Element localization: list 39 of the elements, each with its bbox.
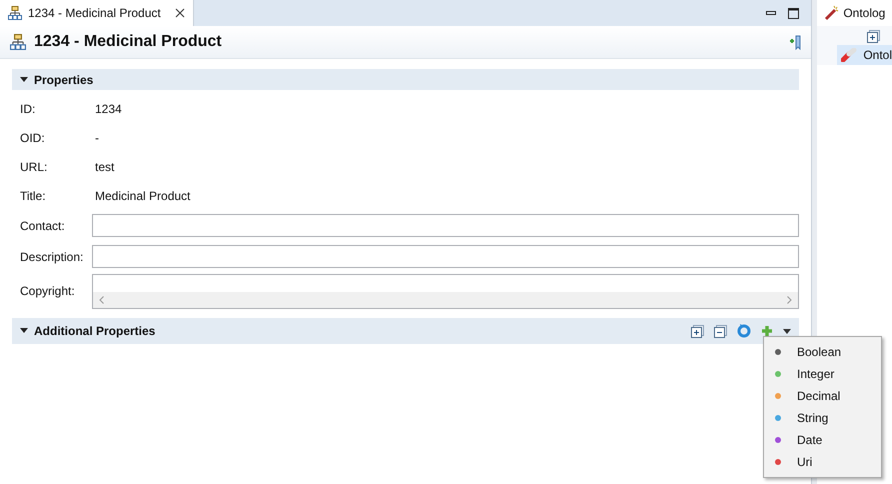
menu-item[interactable]: Decimal	[764, 385, 881, 407]
menu-item[interactable]: String	[764, 407, 881, 429]
capsule-icon	[841, 48, 858, 62]
refresh-icon[interactable]	[737, 324, 752, 338]
menu-item[interactable]: Boolean	[764, 341, 881, 363]
add-bookmark-icon[interactable]	[787, 34, 802, 50]
editor-tab[interactable]: 1234 - Medicinal Product	[0, 0, 194, 26]
tree-item[interactable]: Ontol	[837, 45, 892, 65]
hierarchy-icon	[8, 6, 22, 20]
expand-triangle-icon[interactable]	[20, 76, 28, 82]
collapse-all-icon[interactable]	[714, 324, 728, 338]
minimize-icon[interactable]	[766, 11, 776, 15]
field-label: ID:	[20, 100, 36, 118]
field-label: Copyright:	[20, 283, 76, 300]
field-label: Contact:	[20, 218, 66, 234]
expand-all-icon[interactable]	[867, 30, 880, 43]
field-label: Title:	[20, 188, 47, 204]
form-title: 1234 - Medicinal Product	[34, 32, 222, 52]
field-value: test	[95, 158, 114, 176]
menu-item[interactable]: Uri	[764, 451, 881, 473]
section-header[interactable]: Properties	[12, 69, 800, 90]
field-value: -	[95, 130, 99, 146]
field-label: Description:	[20, 248, 84, 266]
dropdown-caret-icon[interactable]	[783, 328, 792, 334]
magic-wand-icon	[823, 5, 840, 21]
field-value: 1234	[95, 100, 122, 118]
close-icon[interactable]	[174, 8, 185, 18]
section-header[interactable]: Additional Properties	[12, 318, 800, 344]
field-value: Medicinal Product	[95, 188, 190, 204]
menu-item[interactable]: Date	[764, 429, 881, 451]
menu-item[interactable]: Integer	[764, 363, 881, 385]
input-field[interactable]	[92, 214, 800, 237]
hierarchy-icon	[10, 34, 26, 50]
field-label: URL:	[20, 158, 48, 176]
maximize-icon[interactable]	[788, 8, 800, 18]
expand-all-icon[interactable]	[691, 324, 704, 338]
expand-triangle-icon[interactable]	[20, 328, 28, 334]
input-field[interactable]	[92, 245, 800, 268]
field-label: OID:	[20, 130, 46, 146]
